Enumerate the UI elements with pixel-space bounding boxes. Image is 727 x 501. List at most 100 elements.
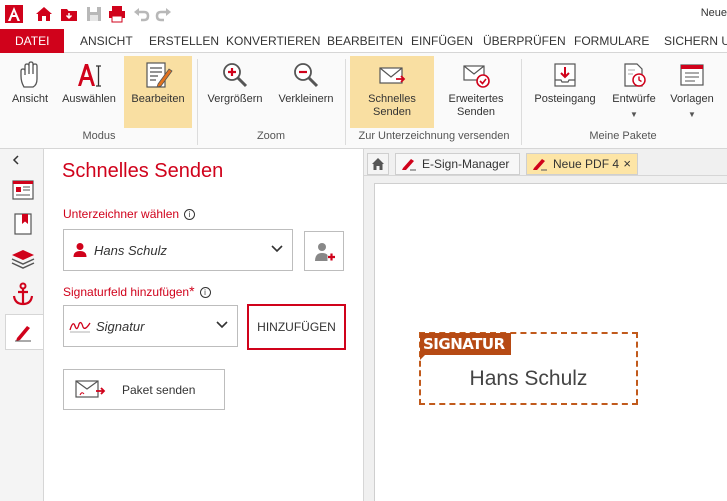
undo-icon[interactable] [132, 5, 150, 23]
menu-konvertieren[interactable]: KONVERTIEREN [226, 29, 320, 53]
menu-sichern[interactable]: SICHERN UN [664, 29, 727, 53]
templates-icon [680, 64, 704, 86]
signature-tag: SIGNATUR [420, 333, 511, 355]
posteingang-button[interactable]: Posteingang [528, 56, 602, 128]
info-icon[interactable]: i [199, 287, 211, 298]
group-separator [197, 59, 198, 145]
signature-pen-icon [533, 159, 547, 171]
group-label-zoom: Zoom [256, 130, 286, 142]
bookmarks-icon[interactable] [10, 211, 36, 237]
bearbeiten-label: Bearbeiten [131, 93, 185, 105]
send-package-icon [75, 380, 106, 398]
bearbeiten-button[interactable]: Bearbeiten [124, 56, 192, 128]
inbox-icon [554, 63, 576, 87]
zoom-in-icon [223, 63, 248, 88]
person-icon [73, 243, 87, 257]
send-package-label: Paket senden [122, 383, 196, 397]
pdf-page: SIGNATUR Hans Schulz [374, 183, 727, 501]
menu-datei[interactable]: DATEI [0, 29, 65, 53]
signer-value: Hans Schulz [94, 243, 167, 258]
required-mark: * [189, 283, 195, 299]
document-area: E-Sign-Manager Neue PDF 4 × SIGNATUR Han… [363, 149, 727, 501]
signature-tag-tail [420, 354, 426, 360]
quick-send-icon [379, 67, 406, 84]
entwuerfe-label: Entwürfe [612, 93, 656, 105]
ansicht-label: Ansicht [11, 93, 49, 105]
collapse-panel-icon[interactable] [10, 154, 22, 166]
sigfield-value: Signatur [96, 319, 145, 334]
vorlagen-label: Vorlagen [670, 93, 714, 105]
schnelles-senden-label-2: Senden [373, 106, 411, 118]
chevron-down-icon [216, 321, 228, 329]
ansicht-button[interactable]: Ansicht [6, 56, 54, 128]
layers-icon[interactable] [10, 245, 36, 271]
menu-ansicht[interactable]: ANSICHT [80, 29, 133, 53]
erweitertes-senden-button[interactable]: Erweitertes Senden [438, 56, 514, 128]
signer-select[interactable]: Hans Schulz [63, 229, 293, 271]
panel-title: Schnelles Senden [62, 160, 224, 182]
group-separator [521, 59, 522, 145]
thumbnails-icon[interactable] [10, 177, 36, 203]
signature-signer-name: Hans Schulz [469, 367, 588, 390]
chevron-down-icon: ▼ [630, 110, 638, 119]
signer-label-text: Unterzeichner wählen [63, 207, 180, 221]
home-icon[interactable] [35, 5, 53, 23]
vergroessern-button[interactable]: Vergrößern [202, 56, 268, 128]
zoom-out-icon [294, 63, 319, 88]
sigfield-label: Signaturfeld hinzufügen* i [63, 283, 211, 299]
document-title: Neue [700, 7, 727, 19]
add-person-icon [315, 243, 335, 261]
add-signer-button[interactable] [304, 231, 344, 271]
menu-ueberpruefen[interactable]: ÜBERPRÜFEN [483, 29, 566, 53]
signature-field[interactable]: SIGNATUR Hans Schulz [419, 332, 638, 405]
send-package-button[interactable]: Paket senden [63, 369, 225, 410]
sigfield-select[interactable]: Signatur [63, 305, 238, 347]
close-tab-icon[interactable]: × [623, 154, 631, 174]
tab-neue-pdf-4[interactable]: Neue PDF 4 × [526, 153, 638, 175]
posteingang-label: Posteingang [534, 93, 596, 105]
chevron-down-icon: ▼ [688, 110, 696, 119]
sigfield-label-text: Signaturfeld hinzufügen [63, 285, 190, 299]
title-bar: Neue [0, 0, 727, 29]
verkleinern-label: Verkleinern [278, 93, 334, 105]
hand-icon [20, 61, 38, 88]
document-tabs: E-Sign-Manager Neue PDF 4 × [364, 149, 727, 176]
schnelles-senden-button[interactable]: Schnelles Senden [350, 56, 434, 128]
anchor-icon[interactable] [10, 281, 36, 307]
menu-formulare[interactable]: FORMULARE [574, 29, 649, 53]
menu-bar: DATEI ANSICHT ERSTELLEN KONVERTIEREN BEA… [0, 29, 727, 53]
menu-erstellen[interactable]: ERSTELLEN [149, 29, 219, 53]
chevron-down-icon [271, 245, 283, 253]
menu-einfuegen[interactable]: EINFÜGEN [411, 29, 473, 53]
verkleinern-button[interactable]: Verkleinern [273, 56, 339, 128]
group-label-modus: Modus [82, 130, 116, 142]
tab-label: Neue PDF 4 [553, 157, 620, 171]
tab-e-sign-manager[interactable]: E-Sign-Manager [395, 153, 520, 175]
e-sign-tab[interactable] [5, 314, 43, 350]
print-icon[interactable] [108, 5, 126, 23]
ribbon: Ansicht Auswählen Bearbeiten Vergrößern [0, 53, 727, 149]
signature-icon [69, 321, 91, 333]
text-select-icon [78, 64, 101, 87]
vorlagen-button[interactable]: Vorlagen ▼ [664, 56, 720, 128]
entwuerfe-button[interactable]: Entwürfe ▼ [606, 56, 662, 128]
vergroessern-label: Vergrößern [207, 93, 263, 105]
auswaehlen-label: Auswählen [62, 93, 116, 105]
edit-document-icon [146, 62, 173, 88]
add-sigfield-button[interactable]: HINZUFÜGEN [247, 304, 346, 350]
side-icon-strip [0, 149, 44, 501]
menu-bearbeiten[interactable]: BEARBEITEN [327, 29, 403, 53]
open-folder-icon[interactable] [60, 5, 78, 23]
quick-send-panel: Schnelles Senden Unterzeichner wählen i H… [44, 149, 355, 501]
schnelles-senden-label-1: Schnelles [368, 93, 416, 105]
advanced-send-icon [463, 65, 490, 88]
home-tab[interactable] [367, 153, 389, 175]
redo-icon[interactable] [155, 5, 173, 23]
auswaehlen-button[interactable]: Auswählen [58, 56, 120, 128]
signer-label: Unterzeichner wählen i [63, 207, 196, 221]
erweitertes-senden-label-1: Erweitertes [448, 93, 504, 105]
group-separator [345, 59, 346, 145]
info-icon[interactable]: i [184, 209, 196, 220]
signature-pen-icon [15, 326, 31, 342]
save-icon[interactable] [85, 5, 103, 23]
